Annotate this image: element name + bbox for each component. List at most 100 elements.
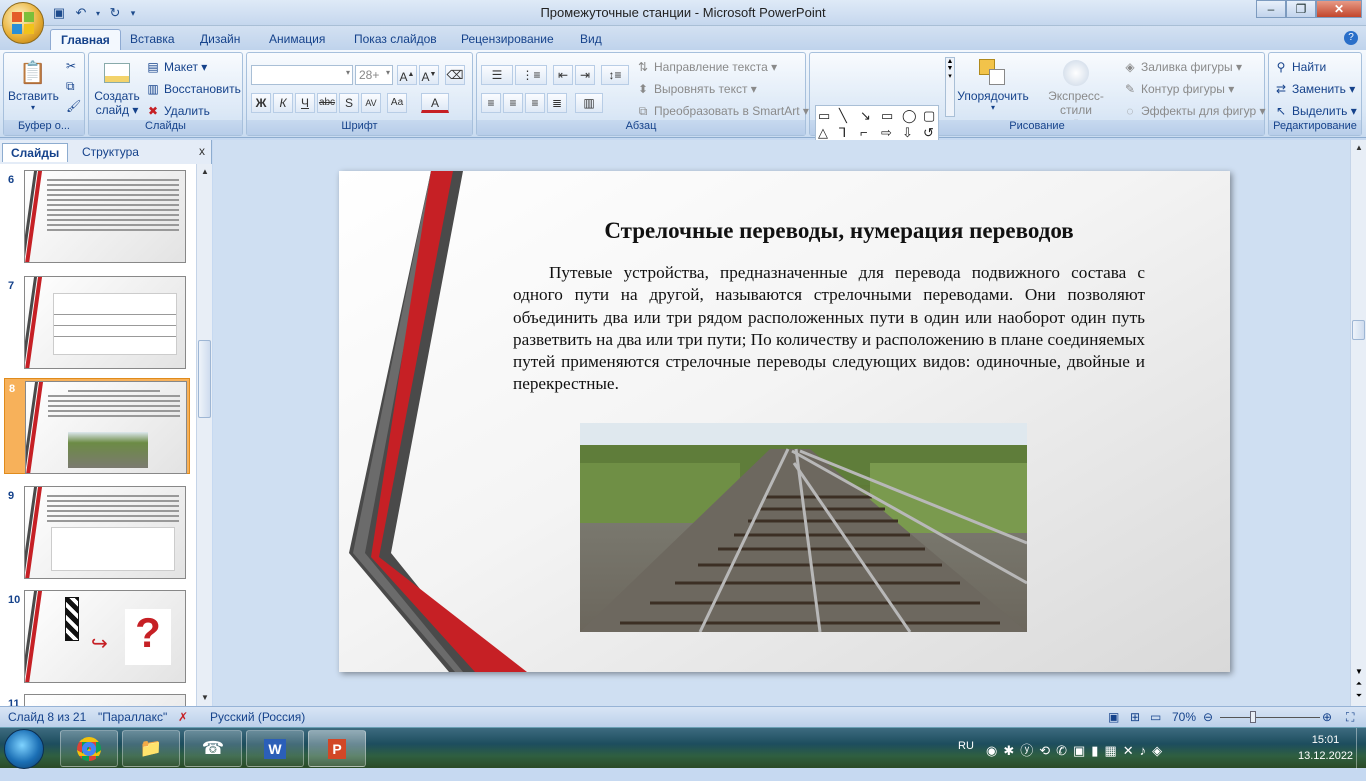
slide-thumbnail[interactable]: 9	[4, 486, 190, 582]
slide-scrollbar[interactable]: ▲ ▼ ⏶ ⏷	[1350, 140, 1366, 706]
slide-thumbnail[interactable]: 6	[4, 170, 190, 266]
slide-body-text[interactable]: Путевые устройства, предназначенные для …	[513, 262, 1145, 396]
close-button[interactable]: ✕	[1316, 0, 1362, 18]
start-button[interactable]	[4, 729, 44, 769]
slide-thumbnail[interactable]: 11	[4, 694, 190, 706]
justify-button[interactable]: ≣	[547, 93, 567, 113]
line-shape-icon[interactable]: ╲	[839, 108, 859, 124]
oval-shape-icon[interactable]: ◯	[902, 108, 922, 124]
slide-sorter-icon[interactable]: ⊞	[1130, 710, 1140, 724]
tab-view[interactable]: Вид	[570, 29, 612, 50]
slide-title[interactable]: Стрелочные переводы, нумерация переводов	[539, 218, 1139, 244]
font-name-input[interactable]: ▾	[251, 65, 353, 85]
chrome-app[interactable]	[60, 730, 118, 767]
panel-scrollbar[interactable]: ▲ ▼	[196, 164, 212, 706]
select-button[interactable]: ↖ Выделить ▾	[1273, 103, 1357, 119]
columns-button[interactable]: ▥	[575, 93, 603, 113]
new-slide-button[interactable]: Создать слайд ▾	[93, 57, 141, 117]
elbow-connector-icon[interactable]: ⌐	[860, 125, 880, 141]
railway-switch-photo[interactable]	[580, 423, 1027, 632]
scroll-down-icon[interactable]: ▼	[197, 690, 213, 706]
slide-thumbnail[interactable]: 7	[4, 276, 190, 372]
bullets-button[interactable]: ☰	[481, 65, 513, 85]
shadow-button[interactable]: S	[339, 93, 359, 113]
case-button[interactable]: Аа	[387, 93, 407, 113]
right-arrow-shape-icon[interactable]: ⇨	[881, 125, 901, 141]
tab-insert[interactable]: Вставка	[120, 29, 185, 50]
shape-fill-button[interactable]: ◈ Заливка фигуры ▾	[1122, 59, 1242, 75]
zoom-slider-thumb[interactable]	[1250, 711, 1256, 723]
line-spacing-button[interactable]: ↕≡	[601, 65, 629, 85]
find-button[interactable]: ⚲ Найти	[1273, 59, 1327, 75]
triangle-shape-icon[interactable]: △	[818, 125, 838, 141]
slide-thumbnail[interactable]: 10 ↪?	[4, 590, 190, 686]
language-indicator[interactable]: Русский (Россия)	[210, 710, 305, 724]
scroll-thumb[interactable]	[1352, 320, 1365, 340]
decrease-indent-button[interactable]: ⇤	[553, 65, 573, 85]
replace-button[interactable]: ⇄ Заменить ▾	[1273, 81, 1355, 97]
align-center-button[interactable]: ≡	[503, 93, 523, 113]
previous-slide-icon[interactable]: ⏶	[1351, 678, 1366, 690]
text-direction-button[interactable]: ⇅ Направление текста ▾	[635, 59, 777, 75]
slide-thumbnail-selected[interactable]: 8	[4, 378, 190, 474]
shape-outline-button[interactable]: ✎ Контур фигуры ▾	[1122, 81, 1234, 97]
smartart-button[interactable]: ⧉ Преобразовать в SmartArt ▾	[635, 103, 809, 119]
clear-format-button[interactable]: ⌫	[445, 65, 465, 85]
zoom-slider[interactable]	[1220, 717, 1320, 718]
tab-outline[interactable]: Структура	[74, 143, 147, 162]
next-slide-icon[interactable]: ⏷	[1351, 690, 1366, 702]
shape-effects-button[interactable]: ◌ Эффекты для фигур ▾	[1122, 103, 1265, 119]
shrink-font-button[interactable]: A▼	[419, 65, 439, 85]
textbox-shape-icon[interactable]: ▭	[818, 108, 838, 124]
language-tray[interactable]: RU	[958, 740, 974, 781]
numbering-button[interactable]: ⋮≡	[515, 65, 547, 85]
cut-icon[interactable]: ✂	[66, 59, 76, 73]
scroll-down-icon[interactable]: ▼	[1351, 666, 1366, 678]
help-icon[interactable]: ?	[1344, 31, 1358, 45]
powerpoint-app[interactable]: P	[308, 730, 366, 767]
close-panel-icon[interactable]: x	[199, 144, 205, 158]
format-painter-icon[interactable]: 🖌	[66, 99, 81, 113]
arrange-button[interactable]: Упорядочить ▾	[956, 57, 1030, 112]
connector-shape-icon[interactable]: ⅂	[839, 125, 859, 141]
zoom-in-icon[interactable]: ⊕	[1322, 710, 1332, 724]
show-desktop-button[interactable]	[1356, 728, 1366, 769]
underline-button[interactable]: Ч	[295, 93, 315, 113]
strikethrough-button[interactable]: abc	[317, 93, 337, 113]
paste-button[interactable]: 📋 Вставить ▾	[8, 57, 59, 112]
arrow-line-shape-icon[interactable]: ↘	[860, 108, 880, 124]
align-text-button[interactable]: ⬍ Выровнять текст ▾	[635, 81, 757, 97]
tray-icons[interactable]: ◉✱ⓨ⟲✆▣▮▦✕♪◈	[986, 740, 1168, 781]
grow-font-button[interactable]: A▲	[397, 65, 417, 85]
tab-home[interactable]: Главная	[50, 29, 121, 50]
reset-button[interactable]: ▥ Восстановить	[145, 81, 241, 97]
word-app[interactable]: W	[246, 730, 304, 767]
increase-indent-button[interactable]: ⇥	[575, 65, 595, 85]
spacing-button[interactable]: AV	[361, 93, 381, 113]
scroll-up-icon[interactable]: ▲	[1351, 140, 1366, 156]
restore-button[interactable]: ❐	[1286, 0, 1316, 18]
font-color-button[interactable]: A	[421, 93, 449, 113]
tab-animation[interactable]: Анимация	[259, 29, 335, 50]
rounded-rect-shape-icon[interactable]: ▢	[923, 108, 943, 124]
normal-view-icon[interactable]: ▣	[1108, 710, 1119, 724]
spellcheck-icon[interactable]: ✗	[178, 710, 188, 724]
fit-to-window-icon[interactable]: ⛶	[1346, 710, 1354, 725]
delete-slide-button[interactable]: ✖ Удалить	[145, 103, 210, 119]
copy-icon[interactable]: ⧉	[66, 79, 75, 94]
down-arrow-shape-icon[interactable]: ⇩	[902, 125, 922, 141]
slideshow-view-icon[interactable]: ▭	[1150, 710, 1161, 724]
zoom-level[interactable]: 70%	[1172, 710, 1196, 724]
current-slide[interactable]: Стрелочные переводы, нумерация переводов…	[339, 171, 1230, 672]
font-size-input[interactable]: 28+ ▾	[355, 65, 393, 85]
italic-button[interactable]: К	[273, 93, 293, 113]
network-app[interactable]: ☎	[184, 730, 242, 767]
scroll-thumb[interactable]	[198, 340, 211, 418]
bold-button[interactable]: Ж	[251, 93, 271, 113]
office-button[interactable]	[2, 2, 44, 44]
curve-shape-icon[interactable]: ↺	[923, 125, 943, 141]
tab-slides[interactable]: Слайды	[2, 143, 69, 162]
align-left-button[interactable]: ≡	[481, 93, 501, 113]
minimize-button[interactable]: –	[1256, 0, 1286, 18]
rectangle-shape-icon[interactable]: ▭	[881, 108, 901, 124]
